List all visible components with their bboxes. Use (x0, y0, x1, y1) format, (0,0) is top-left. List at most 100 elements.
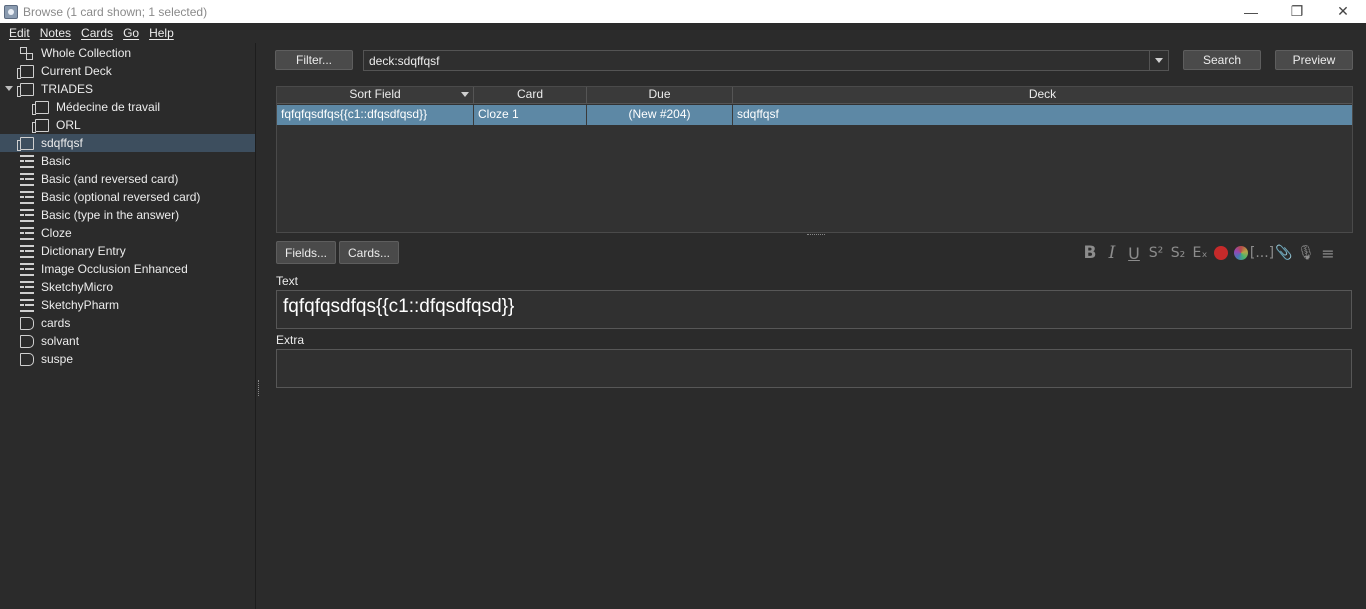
sidebar-item-label: Basic (and reversed card) (41, 172, 179, 186)
fields-button[interactable]: Fields... (276, 241, 336, 264)
menu-bar: Edit Notes Cards Go Help (0, 23, 1366, 43)
notetype-icon (20, 280, 34, 294)
notetype-icon (20, 154, 34, 168)
sidebar-item-label: Cloze (41, 226, 72, 240)
sidebar-splitter-handle[interactable] (258, 380, 261, 396)
notetype-icon (20, 190, 34, 204)
restore-button[interactable]: ❐ (1274, 0, 1320, 23)
sidebar-item-label: Basic (type in the answer) (41, 208, 180, 222)
search-combobox[interactable]: deck:sdqffqsf (363, 50, 1169, 71)
search-button[interactable]: Search (1183, 50, 1261, 70)
sidebar-item-triades[interactable]: TRIADES (0, 80, 255, 98)
sidebar-item-basic[interactable]: Basic (0, 152, 255, 170)
sidebar-item-label: SketchyPharm (41, 298, 120, 312)
notetype-icon (20, 262, 34, 276)
sort-descending-icon (461, 92, 469, 97)
sidebar-item-label: Médecine de travail (56, 100, 161, 114)
field-label-text: Text (276, 274, 299, 288)
menu-help[interactable]: Help (144, 26, 179, 40)
notetype-icon (20, 226, 34, 240)
italic-icon[interactable]: I (1101, 243, 1123, 263)
tag-icon (20, 352, 34, 366)
table-header: Sort Field Card Due Deck (277, 87, 1352, 104)
sidebar-item-medecine-de-travail[interactable]: Médecine de travail (0, 98, 255, 116)
attach-icon[interactable]: 📎 (1273, 243, 1295, 263)
editor-format-toolbar: B I U S² S₂ Eₓ [...] 📎 🎙 ≡ (1079, 242, 1339, 264)
superscript-icon[interactable]: S² (1145, 243, 1167, 263)
sidebar-item-image-occlusion[interactable]: Image Occlusion Enhanced (0, 260, 255, 278)
menu-notes[interactable]: Notes (35, 26, 76, 40)
cell-due: (New #204) (587, 105, 733, 125)
sidebar-item-current-deck[interactable]: Current Deck (0, 62, 255, 80)
more-options-icon[interactable]: ≡ (1317, 243, 1339, 263)
text-color-icon[interactable] (1214, 246, 1228, 260)
deck-icon (17, 64, 34, 79)
menu-cards[interactable]: Cards (76, 26, 118, 40)
sidebar-item-basic-and-reversed[interactable]: Basic (and reversed card) (0, 170, 255, 188)
sidebar: Whole Collection Current Deck TRIADES Mé… (0, 43, 256, 609)
sidebar-item-cloze[interactable]: Cloze (0, 224, 255, 242)
tag-icon (20, 334, 34, 348)
column-header-card[interactable]: Card (474, 87, 587, 103)
color-picker-icon[interactable] (1234, 246, 1248, 260)
menu-edit[interactable]: Edit (4, 26, 35, 40)
minimize-button[interactable]: — (1228, 0, 1274, 23)
clear-formatting-icon[interactable]: Eₓ (1189, 243, 1211, 263)
deck-icon (32, 118, 49, 133)
chevron-down-icon[interactable] (5, 86, 13, 91)
cell-deck: sdqffqsf (737, 107, 779, 121)
sidebar-item-sketchymicro[interactable]: SketchyMicro (0, 278, 255, 296)
sidebar-item-label: Dictionary Entry (41, 244, 126, 258)
sidebar-item-orl[interactable]: ORL (0, 116, 255, 134)
preview-button[interactable]: Preview (1275, 50, 1353, 70)
window-title: Browse (1 card shown; 1 selected) (23, 4, 208, 19)
sidebar-item-label: Basic (41, 154, 71, 168)
notetype-icon (20, 244, 34, 258)
collection-icon (20, 46, 34, 60)
cards-button[interactable]: Cards... (339, 241, 399, 264)
window-controls: — ❐ ✕ (1228, 0, 1366, 23)
sidebar-item-sketchypharm[interactable]: SketchyPharm (0, 296, 255, 314)
close-button[interactable]: ✕ (1320, 0, 1366, 23)
sidebar-item-label: ORL (56, 118, 81, 132)
cell-sort-field: fqfqfqsdfqs{{c1::dfqsdfqsd}} (277, 105, 474, 125)
sidebar-item-dictionary-entry[interactable]: Dictionary Entry (0, 242, 255, 260)
microphone-icon[interactable]: 🎙 (1295, 243, 1317, 263)
notetype-icon (20, 298, 34, 312)
subscript-icon[interactable]: S₂ (1167, 243, 1189, 263)
notetype-icon (20, 172, 34, 186)
column-header-deck[interactable]: Deck (733, 87, 1352, 103)
sidebar-item-whole-collection[interactable]: Whole Collection (0, 44, 255, 62)
bold-icon[interactable]: B (1079, 243, 1101, 263)
underline-icon[interactable]: U (1123, 243, 1145, 263)
text-field-value: fqfqfqsdfqs{{c1::dfqsdfqsd}} (283, 296, 515, 317)
cloze-icon[interactable]: [...] (1250, 243, 1274, 263)
cell-card: Cloze 1 (474, 105, 587, 125)
sidebar-item-sdqffqsf[interactable]: sdqffqsf (0, 134, 255, 152)
sidebar-item-label: SketchyMicro (41, 280, 114, 294)
card-table[interactable]: Sort Field Card Due Deck fqfqfqsdfqs{{c1… (276, 86, 1353, 233)
sidebar-item-tag-solvant[interactable]: solvant (0, 332, 255, 350)
sidebar-item-label: sdqffqsf (41, 136, 83, 150)
sidebar-item-tag-suspe[interactable]: suspe (0, 350, 255, 368)
table-editor-splitter-handle[interactable] (807, 234, 825, 237)
search-input[interactable]: deck:sdqffqsf (364, 54, 1149, 68)
table-row[interactable]: fqfqfqsdfqs{{c1::dfqsdfqsd}} Cloze 1 (Ne… (277, 105, 1352, 125)
search-history-dropdown[interactable] (1149, 51, 1168, 70)
column-header-sort-field[interactable]: Sort Field (277, 87, 474, 103)
extra-field-editor[interactable] (276, 349, 1352, 388)
text-field-editor[interactable]: fqfqfqsdfqs{{c1::dfqsdfqsd}} (276, 290, 1352, 329)
notetype-icon (20, 208, 34, 222)
sidebar-item-basic-type-answer[interactable]: Basic (type in the answer) (0, 206, 255, 224)
filter-button[interactable]: Filter... (275, 50, 353, 70)
deck-icon (32, 100, 49, 115)
column-header-due[interactable]: Due (587, 87, 733, 103)
field-label-extra: Extra (276, 333, 305, 347)
title-bar: Browse (1 card shown; 1 selected) — ❐ ✕ (0, 0, 1366, 23)
deck-icon (17, 136, 34, 151)
sidebar-item-tag-cards[interactable]: cards (0, 314, 255, 332)
sidebar-item-basic-optional-reversed[interactable]: Basic (optional reversed card) (0, 188, 255, 206)
sidebar-item-label: cards (41, 316, 71, 330)
menu-go[interactable]: Go (118, 26, 144, 40)
anki-app-icon (4, 4, 18, 19)
